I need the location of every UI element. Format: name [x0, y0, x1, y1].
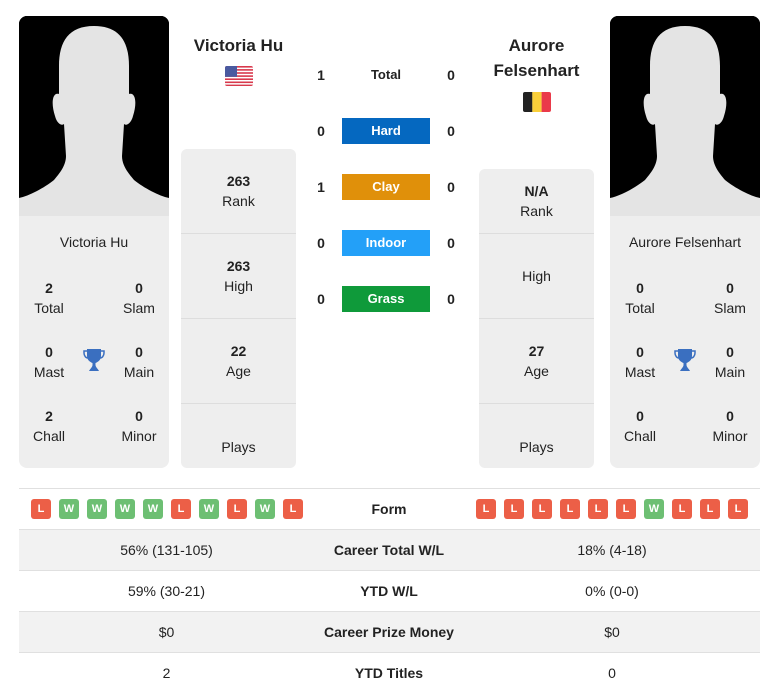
player1-age: 22 Age [181, 319, 296, 404]
form-loss-badge[interactable]: L [31, 499, 51, 519]
comparison-table: LWWWWLWLWL Form LLLLLLWLLL 56% (131-105)… [19, 488, 760, 694]
form-win-badge[interactable]: W [115, 499, 135, 519]
form-win-badge[interactable]: W [644, 499, 664, 519]
h2h-row-indoor: 0 Indoor 0 [310, 230, 462, 256]
surface-indoor-badge[interactable]: Indoor [342, 230, 430, 256]
form-loss-badge[interactable]: L [560, 499, 580, 519]
player2-titles-mast: 0 Mast [624, 344, 656, 380]
player1-titles-chall: 2 Chall [33, 408, 65, 444]
form-loss-badge[interactable]: L [728, 499, 748, 519]
silhouette-icon [19, 16, 169, 216]
player2-titles-minor: 0 Minor [712, 408, 748, 444]
table-row-prize-money: $0 Career Prize Money $0 [19, 612, 760, 653]
form-row: LWWWWLWLWL Form LLLLLLWLLL [19, 489, 760, 530]
form-loss-badge[interactable]: L [227, 499, 247, 519]
h2h-row-hard: 0 Hard 0 [310, 118, 462, 144]
surface-grass-badge[interactable]: Grass [342, 286, 430, 312]
form-loss-badge[interactable]: L [504, 499, 524, 519]
player2-high: High [479, 234, 594, 319]
form-loss-badge[interactable]: L [532, 499, 552, 519]
player1-rank: 263 Rank [181, 149, 296, 234]
player2-card-name: Aurore Felsenhart [628, 234, 742, 250]
player1-plays: Plays [221, 438, 256, 455]
player1-stats-panel: 263 Rank 263 High 22 Age Plays [181, 149, 296, 468]
trophy-icon [673, 347, 697, 373]
player1-titles-slam: 0 Slam [123, 280, 155, 316]
player1-card-name: Victoria Hu [59, 234, 129, 250]
form-win-badge[interactable]: W [143, 499, 163, 519]
surface-total-label: Total [370, 67, 402, 82]
player1-high: 263 High [181, 234, 296, 319]
player1-titles-minor: 0 Minor [121, 408, 157, 444]
silhouette-icon [610, 16, 760, 216]
player1-form: LWWWWLWLWL [31, 499, 303, 519]
player1-photo [19, 16, 169, 216]
player1-titles-mast: 0 Mast [33, 344, 65, 380]
h2h-row-clay: 1 Clay 0 [310, 174, 462, 200]
player2-age: 27 Age [479, 319, 594, 404]
player2-plays: Plays [519, 438, 554, 455]
table-row-ytd-titles: 2 YTD Titles 0 [162, 665, 616, 681]
player1-titles-total: 2 Total [34, 280, 64, 316]
form-loss-badge[interactable]: L [476, 499, 496, 519]
player2-titles-slam: 0 Slam [714, 280, 746, 316]
form-loss-badge[interactable]: L [283, 499, 303, 519]
us-flag-icon [225, 66, 253, 86]
h2h-row-grass: 0 Grass 0 [310, 286, 462, 312]
player2-rank: N/A Rank [479, 169, 594, 234]
table-row-career-wl: 56% (131-105) Career Total W/L 18% (4-18… [19, 530, 760, 571]
form-win-badge[interactable]: W [59, 499, 79, 519]
form-win-badge[interactable]: W [255, 499, 275, 519]
form-loss-badge[interactable]: L [588, 499, 608, 519]
form-loss-badge[interactable]: L [616, 499, 636, 519]
player2-form: LLLLLLWLLL [476, 499, 748, 519]
player1-titles-main: 0 Main [123, 344, 155, 380]
player2-name[interactable]: Aurore Felsenhart [474, 33, 599, 83]
player2-stats-panel: N/A Rank High 27 Age Plays [479, 169, 594, 468]
form-loss-badge[interactable]: L [700, 499, 720, 519]
player2-card: Aurore Felsenhart 0 Total 0 Slam 0 Mast … [610, 16, 760, 468]
player2-titles-main: 0 Main [714, 344, 746, 380]
h2h-row-total: 1 Total 0 [310, 62, 462, 88]
surface-hard-badge[interactable]: Hard [342, 118, 430, 144]
player2-titles-chall: 0 Chall [624, 408, 656, 444]
form-loss-badge[interactable]: L [171, 499, 191, 519]
trophy-icon [82, 347, 106, 373]
player1-name[interactable]: Victoria Hu [176, 33, 301, 58]
player1-card: Victoria Hu 2 Total 0 Slam 0 Mast 0 Main… [19, 16, 169, 468]
form-loss-badge[interactable]: L [672, 499, 692, 519]
form-win-badge[interactable]: W [87, 499, 107, 519]
form-label: Form [371, 501, 407, 517]
player2-photo [610, 16, 760, 216]
surface-clay-badge[interactable]: Clay [342, 174, 430, 200]
player2-titles-total: 0 Total [625, 280, 655, 316]
form-win-badge[interactable]: W [199, 499, 219, 519]
belgium-flag-icon [523, 92, 551, 112]
table-row-ytd-wl: 59% (30-21) YTD W/L 0% (0-0) [19, 571, 760, 612]
